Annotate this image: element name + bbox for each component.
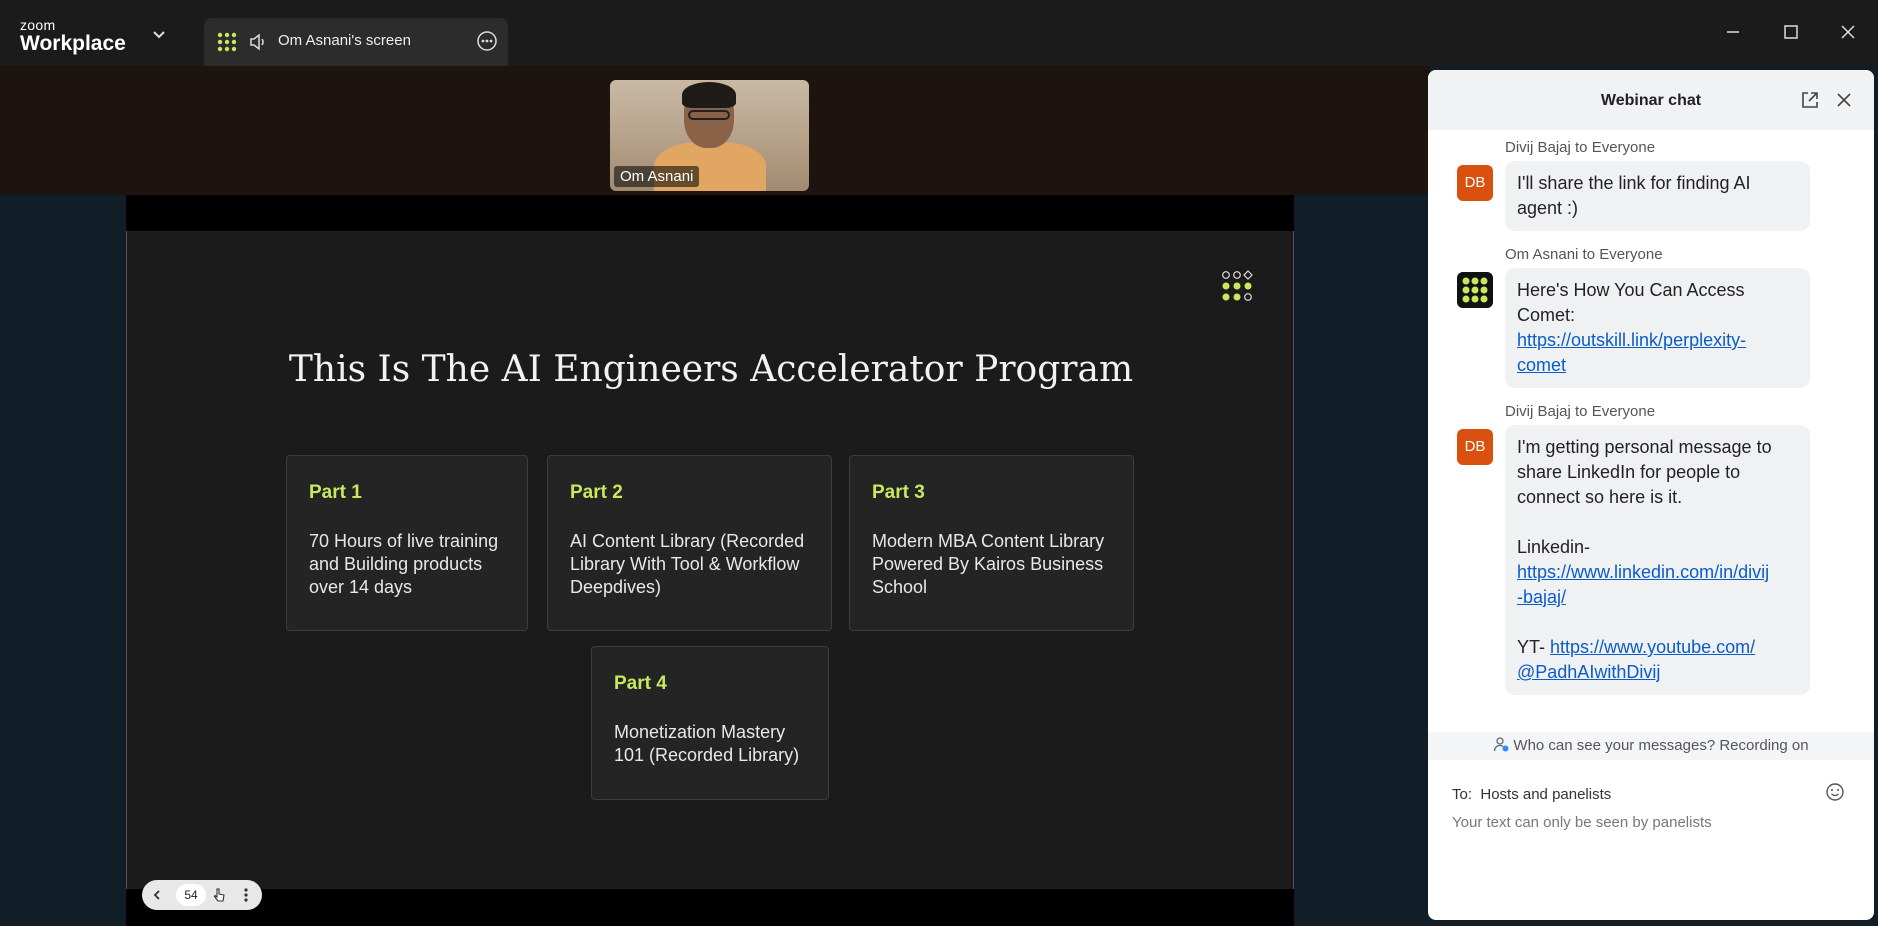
youtube-line: YT- https://www.youtube.com/	[1517, 635, 1798, 660]
card-description: 70 Hours of live training and Building p…	[309, 531, 499, 597]
recipient-selector[interactable]: To: Hosts and panelists	[1452, 786, 1611, 803]
message-sender: Divij Bajaj to Everyone	[1505, 403, 1656, 420]
card-part-label: Part 3	[872, 482, 925, 503]
slide-title: This Is The AI Engineers Accelerator Pro…	[288, 349, 1134, 390]
link-text: https://outskill.link/perplexity-	[1517, 330, 1747, 350]
link-text: https://www.linkedin.com/in/divij	[1517, 562, 1770, 582]
person-info-icon	[1494, 737, 1509, 752]
message-bubble[interactable]: I'll share the link for finding AI agent…	[1505, 161, 1810, 231]
avatar	[1457, 272, 1493, 308]
grid-dots-icon	[217, 32, 237, 52]
minimize-icon[interactable]	[1721, 20, 1745, 44]
program-card-part-1: Part 1 70 Hours of live training and Bui…	[286, 455, 528, 631]
card-description: AI Content Library (Recorded Library Wit…	[570, 531, 805, 597]
message-sender: Divij Bajaj to Everyone	[1505, 139, 1656, 156]
message-text: share LinkedIn for people to	[1517, 462, 1741, 482]
message-text: Here's How You Can Access	[1517, 280, 1745, 300]
to-value: Hosts and panelists	[1480, 786, 1612, 803]
card-description: Modern MBA Content Library Powered By Ka…	[872, 531, 1105, 597]
participant-name: Om Asnani	[614, 166, 700, 187]
card-part-label: Part 2	[570, 482, 623, 503]
speaker-icon[interactable]	[248, 32, 268, 52]
chevron-down-icon[interactable]	[152, 28, 166, 42]
message-text: I'll share the link for finding AI	[1517, 173, 1751, 193]
pointer-cursor-icon[interactable]	[212, 887, 228, 903]
message-text: I'm getting personal message to	[1517, 437, 1772, 457]
slide-navigation-control: 54	[142, 880, 262, 910]
comet-link[interactable]: https://outskill.link/perplexity- comet	[1517, 328, 1798, 378]
zoom-logo[interactable]: zoom Workplace	[20, 18, 126, 56]
participant-video[interactable]: Om Asnani	[610, 80, 809, 191]
webinar-chat-panel: Webinar chat Divij Bajaj to Everyone DB …	[1428, 70, 1874, 920]
program-card-part-3: Part 3 Modern MBA Content Library Powere…	[849, 455, 1134, 631]
youtube-link-continued[interactable]: @PadhAIwithDivij	[1517, 660, 1798, 685]
tab-shared-screen[interactable]: Om Asnani's screen	[204, 18, 508, 66]
glasses	[688, 110, 730, 120]
more-vertical-icon[interactable]	[238, 887, 254, 903]
recording-notice[interactable]: Who can see your messages? Recording on	[1428, 732, 1874, 760]
card-part-label: Part 1	[309, 482, 362, 503]
brand-big: Workplace	[20, 32, 126, 55]
zoom-app: zoom Workplace Om Asnani's screen Om Asn…	[0, 0, 1878, 926]
emoji-icon[interactable]	[1825, 782, 1845, 802]
previous-slide-icon[interactable]	[150, 888, 164, 902]
chat-header: Webinar chat	[1428, 70, 1874, 130]
link-text: comet	[1517, 355, 1567, 375]
person-hair	[682, 82, 736, 108]
link-text: @PadhAIwithDivij	[1517, 662, 1661, 682]
message-text: connect so here is it.	[1517, 487, 1683, 507]
title-bar: zoom Workplace Om Asnani's screen	[0, 0, 1878, 66]
program-card-part-4: Part 4 Monetization Mastery 101 (Recorde…	[591, 646, 829, 800]
maximize-icon[interactable]	[1779, 20, 1803, 44]
program-card-part-2: Part 2 AI Content Library (Recorded Libr…	[547, 455, 832, 631]
linkedin-label: Linkedin-	[1517, 537, 1591, 557]
link-text: -bajaj/	[1517, 587, 1567, 607]
message-sender: Om Asnani to Everyone	[1505, 246, 1663, 263]
brand-small: zoom	[20, 17, 56, 33]
tab-label: Om Asnani's screen	[278, 32, 411, 49]
chat-message-input[interactable]	[1452, 814, 1852, 831]
close-window-icon[interactable]	[1836, 20, 1860, 44]
to-prefix: To:	[1452, 786, 1473, 803]
more-options-icon[interactable]	[476, 30, 498, 52]
linkedin-link[interactable]: https://www.linkedin.com/in/divij -bajaj…	[1517, 560, 1798, 610]
message-text: agent :)	[1517, 198, 1579, 218]
avatar: DB	[1457, 429, 1493, 465]
slide-logo-icon	[1222, 270, 1253, 301]
close-icon[interactable]	[1835, 91, 1853, 109]
slide-page-number[interactable]: 54	[176, 884, 206, 906]
presentation-slide: This Is The AI Engineers Accelerator Pro…	[126, 231, 1294, 889]
card-part-label: Part 4	[614, 673, 667, 694]
youtube-link[interactable]: https://www.youtube.com/	[1550, 637, 1755, 657]
notice-text: Who can see your messages? Recording on	[1513, 737, 1809, 754]
youtube-label: YT-	[1517, 637, 1546, 657]
message-bubble[interactable]: Here's How You Can Access Comet: https:/…	[1505, 268, 1810, 388]
message-bubble[interactable]: I'm getting personal message to share Li…	[1505, 425, 1810, 695]
link-text: https://www.youtube.com/	[1550, 637, 1756, 657]
popout-icon[interactable]	[1800, 90, 1820, 110]
message-text: Comet:	[1517, 305, 1576, 325]
avatar: DB	[1457, 165, 1493, 201]
card-description: Monetization Mastery 101 (Recorded Libra…	[614, 722, 800, 765]
